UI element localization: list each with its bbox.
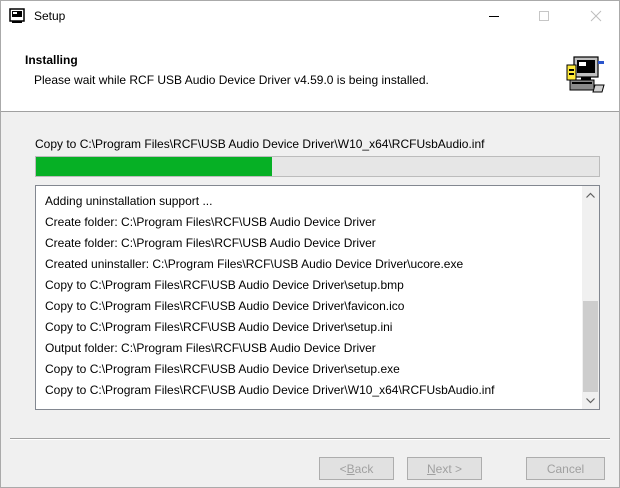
log-item: Copy to C:\Program Files\RCF\USB Audio D…: [45, 278, 404, 292]
scroll-thumb[interactable]: [583, 301, 598, 392]
footer-divider: [10, 438, 610, 440]
log-item: Output folder: C:\Program Files\RCF\USB …: [45, 341, 376, 355]
log-item: Create folder: C:\Program Files\RCF\USB …: [45, 215, 376, 229]
installer-icon: [9, 8, 25, 24]
maximize-button[interactable]: [521, 1, 567, 31]
window-title: Setup: [34, 9, 66, 23]
log-item: Copy to C:\Program Files\RCF\USB Audio D…: [45, 320, 393, 334]
progress-bar: [35, 156, 600, 177]
log-scrollbar[interactable]: [582, 186, 599, 409]
setup-window: Setup Installing Please wait while RCF U…: [0, 0, 620, 488]
log-item: Adding uninstallation support ...: [45, 194, 213, 208]
log-item: Create folder: C:\Program Files\RCF\USB …: [45, 236, 376, 250]
installer-header: Installing Please wait while RCF USB Aud…: [1, 31, 619, 112]
minimize-button[interactable]: [471, 1, 517, 31]
close-button[interactable]: [573, 1, 619, 31]
scroll-down-icon[interactable]: [582, 392, 599, 409]
back-button[interactable]: < Back: [319, 457, 394, 480]
title-bar[interactable]: Setup: [1, 1, 619, 31]
scroll-up-icon[interactable]: [582, 186, 599, 203]
log-item: Copy to C:\Program Files\RCF\USB Audio D…: [45, 362, 400, 376]
log-item: Copy to C:\Program Files\RCF\USB Audio D…: [45, 299, 405, 313]
log-list: Adding uninstallation support ... Create …: [45, 191, 494, 401]
page-title: Installing: [25, 53, 78, 67]
cancel-button[interactable]: Cancel: [526, 457, 605, 480]
next-button[interactable]: Next >: [407, 457, 482, 480]
log-item: Created uninstaller: C:\Program Files\RC…: [45, 257, 464, 271]
log-item: Copy to C:\Program Files\RCF\USB Audio D…: [45, 383, 495, 397]
install-log[interactable]: Adding uninstallation support ... Create …: [35, 185, 600, 410]
page-subtitle: Please wait while RCF USB Audio Device D…: [34, 73, 429, 87]
status-text: Copy to C:\Program Files\RCF\USB Audio D…: [35, 137, 485, 151]
progress-fill: [36, 157, 272, 176]
computer-install-icon: [565, 53, 607, 95]
